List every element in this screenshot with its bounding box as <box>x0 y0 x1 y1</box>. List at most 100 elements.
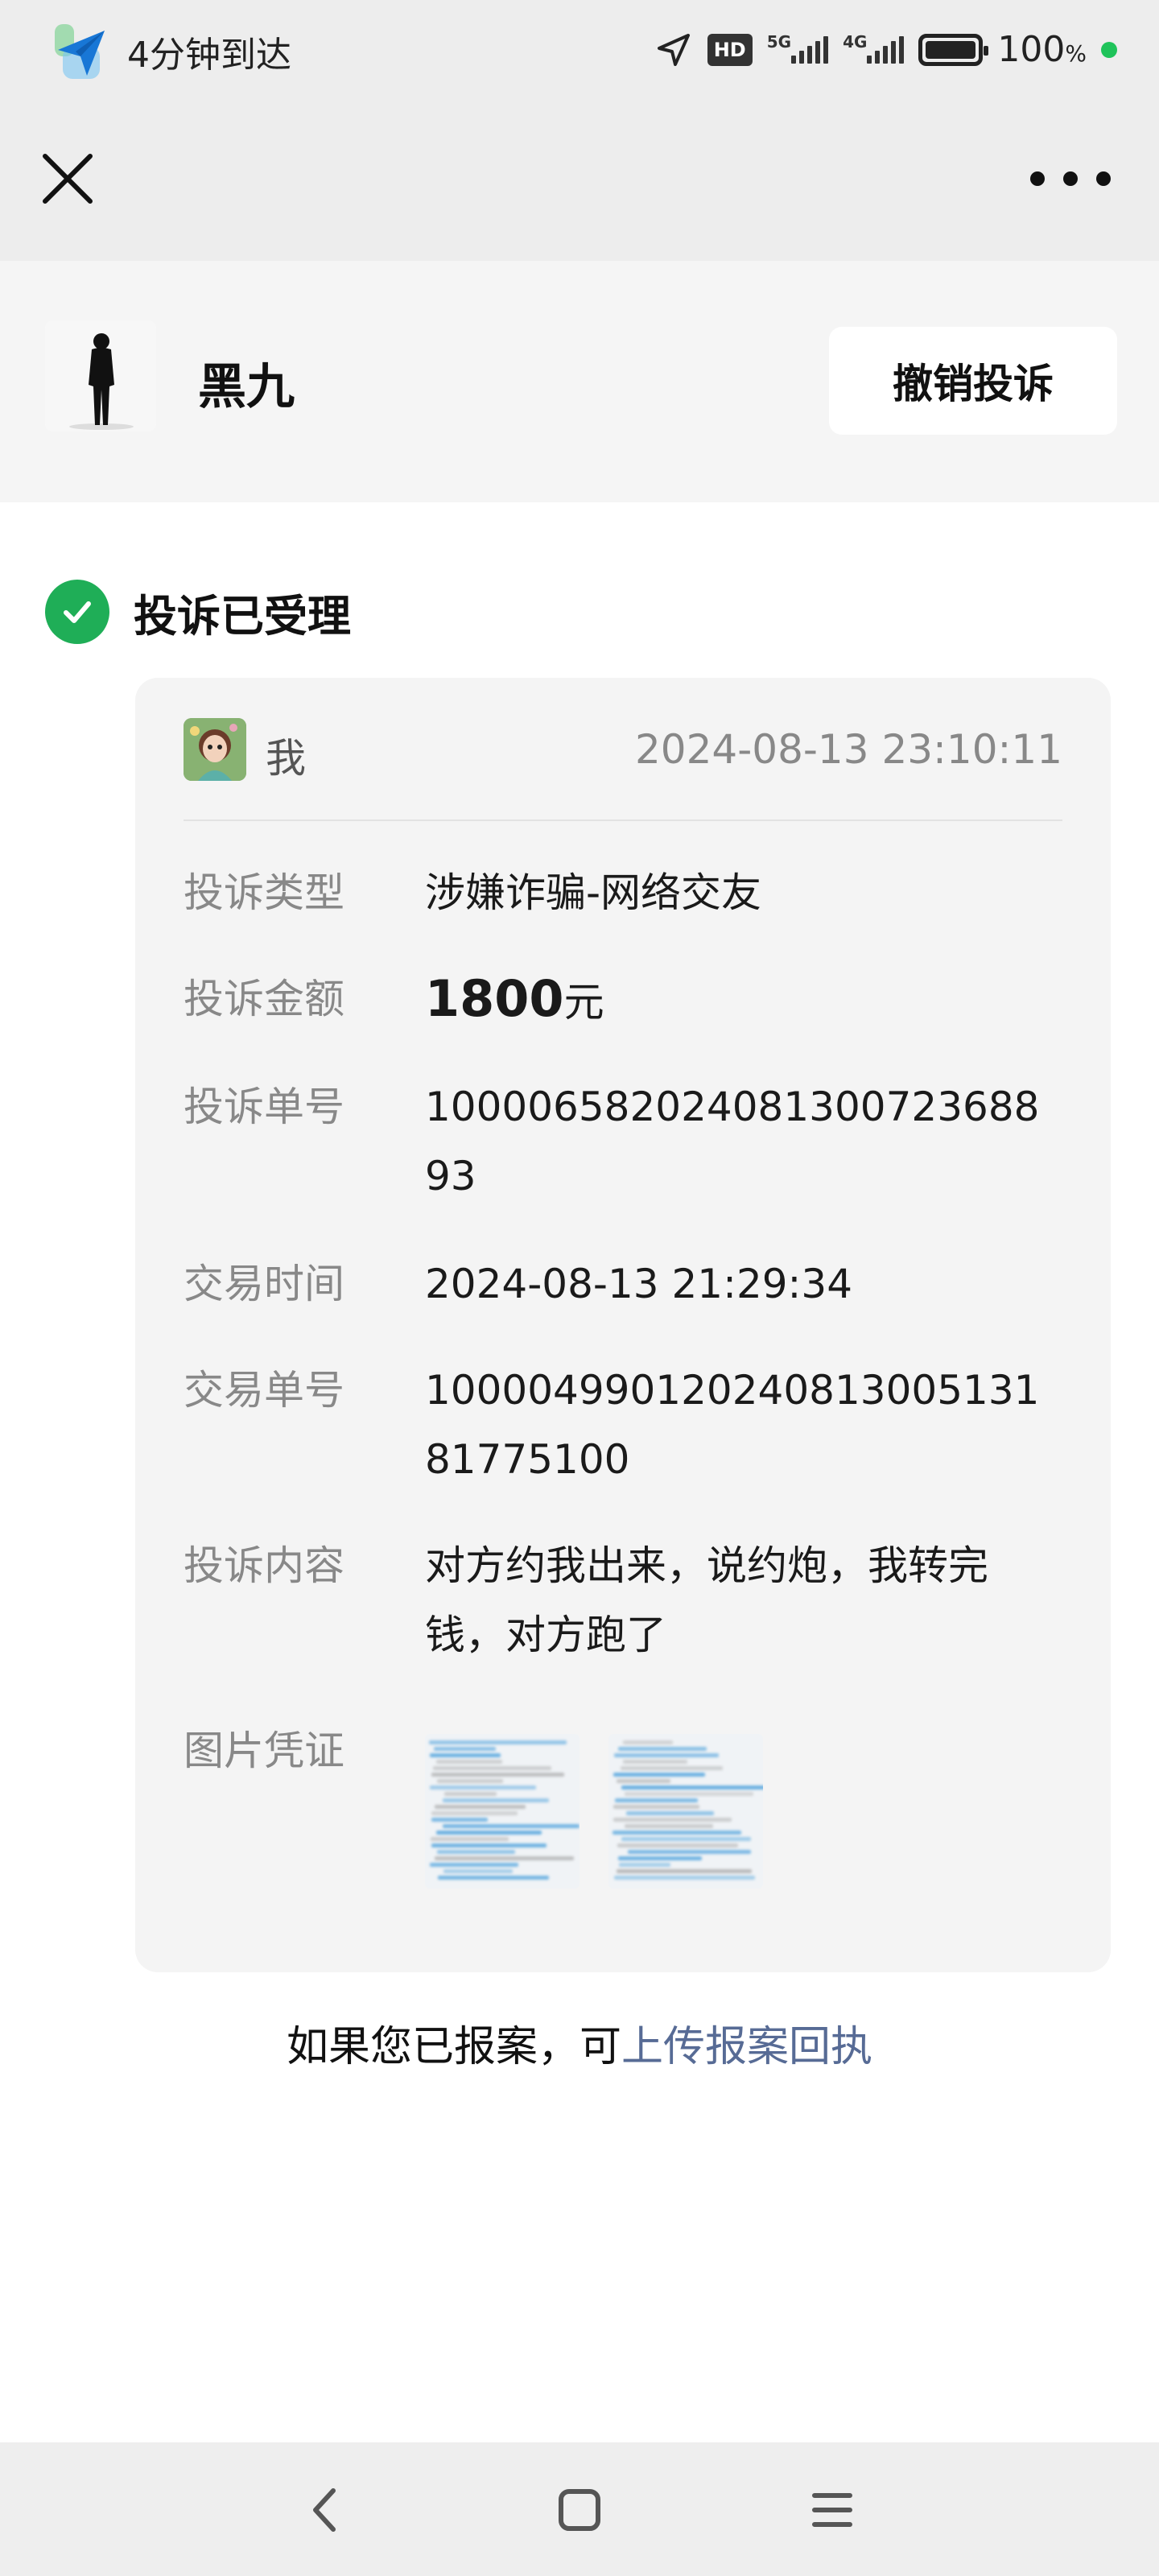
proof-image-blur-line <box>438 1876 549 1880</box>
report-receipt-tip: 如果您已报案，可上传报案回执 <box>0 2013 1159 2073</box>
proof-image-blur-line <box>624 1792 754 1796</box>
proof-image-blur-line <box>436 1831 542 1835</box>
proof-image-blur-line <box>618 1747 707 1751</box>
proof-image-blur-line <box>625 1811 714 1815</box>
proof-image-blur-line <box>625 1824 714 1828</box>
proof-image-blur-line <box>443 1798 549 1802</box>
proof-image-blur-line <box>619 1863 670 1867</box>
merchant-name: 黑九 <box>198 359 295 415</box>
proof-image-blur-line <box>617 1869 753 1873</box>
proof-image-blur-line <box>429 1740 567 1744</box>
field-value: 1800元 <box>425 964 1045 1037</box>
privacy-indicator-dot <box>1101 41 1117 58</box>
status-right: HD 5G 4G 100% <box>654 29 1117 70</box>
signal-5g: 5G <box>766 31 829 66</box>
proof-image-thumbnail[interactable] <box>608 1734 763 1889</box>
proof-image-blur-line <box>435 1856 574 1860</box>
proof-image-blur-line <box>435 1760 502 1764</box>
field-label: 图片凭证 <box>184 1728 344 1774</box>
proof-image-blur-line <box>613 1876 756 1880</box>
card-header: 我 2024-08-13 23:10:11 <box>184 718 1062 821</box>
field-value: 100004990120240813005131 81775100 <box>425 1367 1040 1483</box>
field-complaint-number: 投诉单号 100006582024081300723688 93 <box>184 1072 1062 1211</box>
merchant-header: 黑九 撤销投诉 <box>0 261 1159 502</box>
proof-image-blur-line <box>431 1843 547 1847</box>
status-bar: 4分钟到达 HD 5G 4G 100% <box>0 0 1159 105</box>
signal-bars-icon <box>867 35 905 64</box>
location-arrow-icon <box>654 33 693 66</box>
signal-4g: 4G <box>843 31 905 66</box>
field-label: 投诉单号 <box>184 1084 344 1130</box>
signal-bars-icon <box>791 35 829 64</box>
upload-receipt-link[interactable]: 上传报案回执 <box>621 2023 872 2071</box>
field-value: 涉嫌诈骗-网络交友 <box>425 869 762 916</box>
complaint-status: 投诉已受理 <box>45 580 351 644</box>
proof-image-blur-line <box>436 1850 515 1854</box>
field-trade-number: 交易单号 100004990120240813005131 81775100 <box>184 1356 1062 1494</box>
proof-image-blur-line <box>617 1779 670 1783</box>
proof-image-blur-line <box>443 1869 514 1873</box>
proof-image-blur-line <box>431 1837 509 1841</box>
field-trade-time: 交易时间 2024-08-13 21:29:34 <box>184 1249 1062 1319</box>
status-label: 投诉已受理 <box>134 590 351 642</box>
proof-image-blur-line <box>613 1753 719 1757</box>
proof-image-blur-line <box>433 1766 551 1770</box>
proof-image-blur-line <box>429 1785 537 1790</box>
battery-icon <box>918 33 989 66</box>
back-chevron-icon[interactable] <box>296 2481 354 2539</box>
field-label: 交易单号 <box>184 1367 344 1414</box>
proof-image-blur-line <box>434 1747 497 1751</box>
eta-text: 4分钟到达 <box>127 35 291 76</box>
status-left: 4分钟到达 <box>52 23 291 80</box>
field-complaint-type: 投诉类型 涉嫌诈骗-网络交友 <box>184 858 1062 927</box>
user-name: 我 <box>266 735 306 782</box>
navigation-plane-icon <box>52 23 109 80</box>
network-4g-label: 4G <box>843 31 868 52</box>
complaint-detail-card: 我 2024-08-13 23:10:11 投诉类型 涉嫌诈骗-网络交友 投诉金… <box>135 678 1111 1972</box>
close-icon[interactable] <box>39 150 97 208</box>
more-dots-icon[interactable] <box>1030 163 1111 195</box>
proof-image-blur-line <box>617 1856 702 1860</box>
revoke-complaint-button[interactable]: 撤销投诉 <box>829 327 1117 435</box>
submit-time: 2024-08-13 23:10:11 <box>634 726 1062 773</box>
amount-number: 1800 <box>425 969 564 1028</box>
network-5g-label: 5G <box>766 31 792 52</box>
proof-image-blur-line <box>612 1831 742 1835</box>
field-label: 投诉内容 <box>184 1542 344 1589</box>
proof-image-blur-line <box>612 1773 705 1777</box>
proof-image-blur-line <box>621 1785 763 1790</box>
field-complaint-amount: 投诉金额 1800元 <box>184 964 1062 1037</box>
system-navigation-bar <box>0 2442 1159 2576</box>
field-value: 100006582024081300723688 93 <box>425 1084 1040 1199</box>
proof-image-list <box>425 1716 763 1889</box>
proof-image-blur-line <box>429 1863 518 1867</box>
hd-badge: HD <box>707 33 753 66</box>
merchant-avatar <box>45 320 156 431</box>
proof-image-thumbnail[interactable] <box>425 1734 580 1889</box>
proof-image-blur-line <box>621 1766 724 1770</box>
proof-image-blur-line <box>617 1843 738 1847</box>
field-complaint-content: 投诉内容 对方约我出来，说约炮，我转完钱，对方跑了 <box>184 1531 1062 1670</box>
check-circle-icon <box>45 580 109 644</box>
user-avatar <box>184 718 246 781</box>
home-square-icon[interactable] <box>551 2481 608 2539</box>
amount-unit: 元 <box>563 979 604 1026</box>
proof-image-blur-line <box>431 1818 489 1822</box>
proof-image-blur-line <box>622 1760 687 1764</box>
field-label: 交易时间 <box>184 1261 344 1307</box>
proof-image-blur-line <box>615 1798 698 1802</box>
proof-image-blur-line <box>442 1824 580 1828</box>
proof-image-blur-line <box>434 1805 526 1809</box>
field-photo-proof: 图片凭证 <box>184 1716 1062 1889</box>
proof-image-blur-line <box>443 1792 497 1796</box>
battery-percent: 100% <box>997 29 1087 70</box>
proof-image-blur-line <box>430 1753 501 1757</box>
proof-image-blur-line <box>613 1805 699 1809</box>
field-label: 投诉金额 <box>184 976 344 1022</box>
proof-image-blur-line <box>623 1740 673 1744</box>
field-label: 投诉类型 <box>184 869 344 916</box>
top-nav-bar <box>0 105 1159 261</box>
menu-lines-icon[interactable] <box>803 2481 861 2539</box>
tip-text: 如果您已报案，可 <box>286 2023 621 2071</box>
proof-image-blur-line <box>612 1818 732 1822</box>
